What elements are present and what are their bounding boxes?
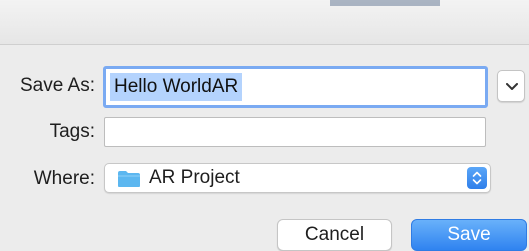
- save-button[interactable]: Save: [411, 219, 527, 251]
- expand-dialog-button[interactable]: [497, 70, 525, 102]
- save-as-input-text: Hello WorldAR: [110, 73, 243, 101]
- chevron-down-icon: [506, 83, 518, 90]
- cancel-button[interactable]: Cancel: [277, 219, 392, 251]
- folder-icon: [118, 171, 140, 187]
- where-label: Where:: [33, 168, 95, 189]
- where-stepper[interactable]: [467, 167, 487, 189]
- where-selected-value: AR Project: [149, 167, 240, 188]
- dialog-title-area: [0, 0, 529, 45]
- up-down-stepper-icon: [472, 171, 482, 185]
- save-as-input[interactable]: Hello WorldAR: [103, 66, 488, 108]
- tags-label: Tags:: [49, 121, 95, 142]
- tags-input[interactable]: [104, 117, 486, 147]
- where-location-select[interactable]: AR Project: [104, 163, 491, 193]
- save-as-label: Save As:: [20, 75, 95, 96]
- title-bar-fragment: [330, 0, 440, 6]
